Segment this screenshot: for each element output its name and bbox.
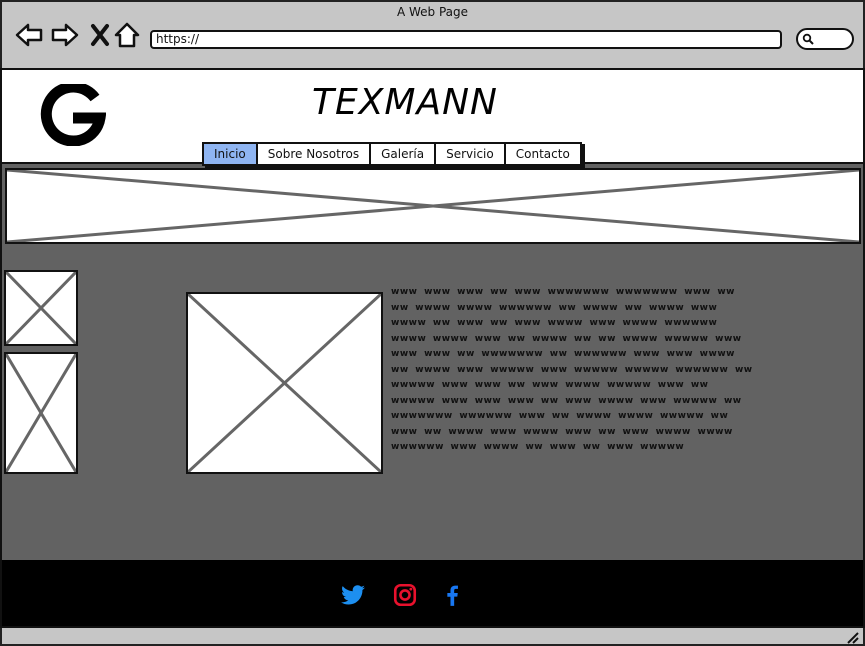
url-input[interactable]: https:// — [150, 30, 782, 49]
back-arrow-icon[interactable] — [14, 20, 44, 50]
tab-inicio[interactable]: Inicio — [204, 144, 258, 164]
placeholder-cross-icon — [7, 170, 859, 242]
tab-galeria[interactable]: Galería — [371, 144, 437, 164]
placeholder-cross-icon — [6, 272, 76, 344]
tab-servicio[interactable]: Servicio — [436, 144, 506, 164]
instagram-icon[interactable] — [392, 582, 418, 608]
thumbnail-placeholder-1[interactable] — [4, 270, 78, 346]
banner-image-placeholder — [5, 168, 861, 244]
window-title: A Web Page — [396, 5, 469, 19]
tab-contacto[interactable]: Contacto — [506, 144, 580, 164]
placeholder-cross-icon — [188, 294, 381, 472]
web-page: TEXMANN Inicio Sobre Nosotros Galería Se… — [0, 68, 865, 628]
main-image-placeholder — [186, 292, 383, 474]
forward-arrow-icon[interactable] — [50, 20, 80, 50]
browser-chrome: A Web Page https:// — [0, 0, 865, 68]
search-icon — [802, 33, 814, 45]
thumbnail-placeholder-2[interactable] — [4, 352, 78, 474]
twitter-icon[interactable] — [340, 582, 366, 608]
home-icon[interactable] — [112, 20, 142, 50]
brand-title: TEXMANN — [312, 82, 498, 123]
tab-sobre-nosotros[interactable]: Sobre Nosotros — [258, 144, 372, 164]
body-text-block: ᴡᴡᴡ ᴡᴡᴡ ᴡᴡᴡ ᴡᴡ ᴡᴡᴡ ᴡᴡᴡᴡᴡᴡᴡ ᴡᴡᴡᴡᴡᴡᴡ ᴡᴡᴡ ᴡ… — [391, 287, 753, 452]
browser-search-field[interactable] — [796, 28, 854, 50]
site-header: TEXMANN Inicio Sobre Nosotros Galería Se… — [2, 70, 863, 166]
resize-grip-icon[interactable] — [845, 630, 859, 644]
placeholder-cross-icon — [6, 354, 76, 472]
site-footer — [2, 560, 863, 626]
browser-status-bar — [0, 628, 865, 646]
main-nav: Inicio Sobre Nosotros Galería Servicio C… — [202, 142, 582, 166]
facebook-icon[interactable] — [439, 582, 465, 608]
